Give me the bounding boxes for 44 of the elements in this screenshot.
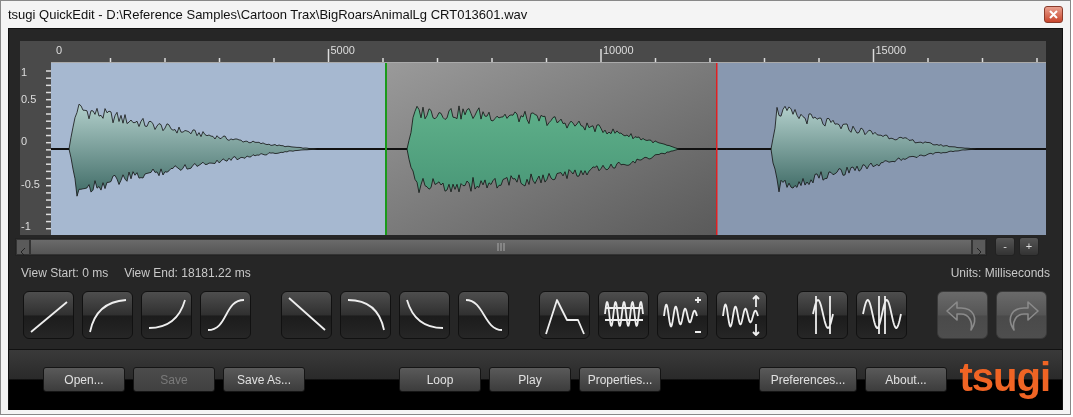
loop-double-button[interactable] <box>856 291 907 339</box>
toolbar-button[interactable]: Properties... <box>579 367 661 392</box>
loop-single-button[interactable] <box>797 291 848 339</box>
toolbar-button[interactable]: About... <box>865 367 947 392</box>
close-icon <box>1049 10 1058 19</box>
units-label: Units: Milliseconds <box>950 265 1050 282</box>
toolbar-button[interactable]: Loop <box>399 367 481 392</box>
fade-in-log-button[interactable] <box>82 291 133 339</box>
wave-gain-icon <box>661 294 704 336</box>
zoom-out-button[interactable]: - <box>995 237 1015 256</box>
fade-in-exp-button[interactable] <box>141 291 192 339</box>
logo: tsugi <box>959 357 1050 401</box>
toolbar-button[interactable]: Play <box>489 367 571 392</box>
toolbar-button[interactable]: Preferences... <box>759 367 857 392</box>
fade-out-log-button[interactable] <box>340 291 391 339</box>
toolbar-button[interactable]: Open... <box>43 367 125 392</box>
normalize-button[interactable] <box>598 291 649 339</box>
fade-out-linear-button[interactable] <box>281 291 332 339</box>
fade-in-linear-button[interactable] <box>23 291 74 339</box>
selection-end-marker[interactable] <box>716 63 718 235</box>
amplify-button[interactable] <box>716 291 767 339</box>
ruler-label: 0 <box>56 44 63 56</box>
wave-arrows-icon <box>720 294 763 336</box>
fade-in-s-button[interactable] <box>200 291 251 339</box>
fade-out-exp-button[interactable] <box>399 291 450 339</box>
selection-start-marker[interactable] <box>385 63 387 235</box>
axis-label: 0 <box>21 135 28 147</box>
envelope-button[interactable] <box>539 291 590 339</box>
ruler-label: 10000 <box>603 44 634 56</box>
zoom-in-button[interactable]: + <box>1019 237 1039 256</box>
toolbar-button[interactable]: Save As... <box>223 367 305 392</box>
ruler-label: 5000 <box>330 44 355 56</box>
axis-label: 0.5 <box>21 93 37 105</box>
ruler-label: 15000 <box>875 44 907 56</box>
axis-label: -1 <box>21 220 31 232</box>
view-end-label: View End: 18181.22 ms <box>124 265 251 282</box>
close-button[interactable] <box>1044 6 1063 23</box>
axis-label: -0.5 <box>21 178 40 190</box>
gain-button[interactable] <box>657 291 708 339</box>
view-start-label: View Start: 0 ms <box>21 265 109 282</box>
window-title: tsugi QuickEdit - D:\Reference Samples\Cartoon Trax\BigRoarsAnimalLg CRT013601.wav <box>8 5 528 24</box>
grip-icon <box>496 242 506 251</box>
axis-label: 1 <box>21 66 28 78</box>
fade-out-s-button[interactable] <box>458 291 509 339</box>
